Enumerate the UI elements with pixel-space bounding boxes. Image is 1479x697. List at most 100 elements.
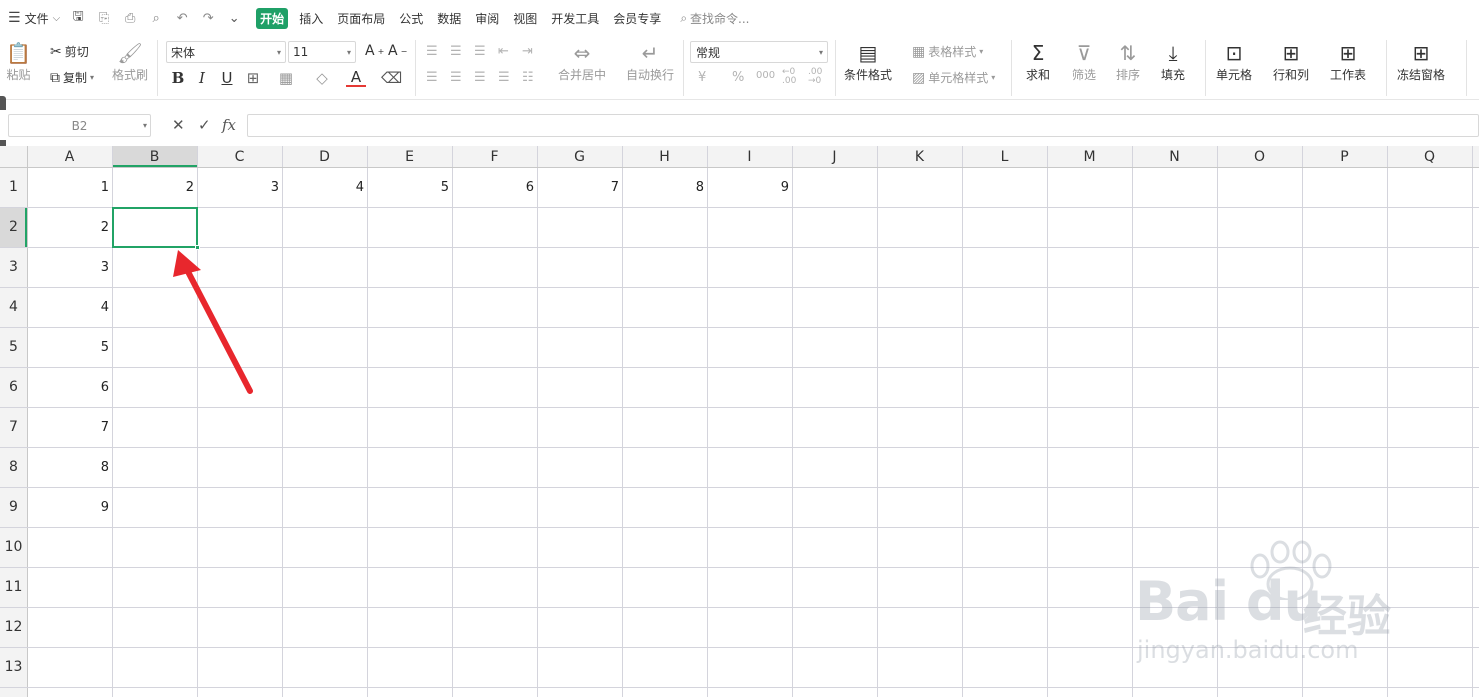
brush-icon: 🖌 (117, 41, 143, 65)
print-preview-icon[interactable]: ⌕ (148, 11, 164, 26)
row-col-icon: ⊞ (1282, 41, 1300, 65)
align-center-icon[interactable]: ☰ (450, 70, 462, 85)
copy-button[interactable]: ⧉ 复制 ▾ (50, 69, 94, 86)
command-search-placeholder: 查找命令... (690, 11, 750, 26)
insert-function-icon[interactable]: fx (222, 116, 236, 134)
tab-data[interactable]: 数据 (434, 8, 464, 29)
ribbon-divider (1466, 40, 1467, 96)
chevron-down-icon: ▾ (818, 47, 823, 57)
sum-button[interactable]: Σ 求和 (1026, 40, 1050, 83)
ribbon-toolbar: 📋 粘贴 ✂ 剪切 ⧉ 复制 ▾ 🖌 格式刷 宋体 ▾ 11 ▾ A + A − B… (0, 36, 1479, 100)
chevron-down-icon: ▾ (991, 73, 996, 82)
conditional-format-icon: ▤ (858, 41, 878, 65)
font-color-icon[interactable]: A (346, 69, 366, 87)
freeze-panes-button[interactable]: ⊞ 冻结窗格 (1397, 40, 1445, 83)
format-painter-label: 格式刷 (112, 68, 149, 82)
baidu-jingyan-watermark: Bai du 经验 jingyan.baidu.com (1135, 540, 1405, 665)
indent-increase-icon[interactable]: ⇥ (522, 44, 533, 59)
copy-icon: ⧉ (50, 69, 60, 86)
copy-label: 复制 (63, 71, 88, 85)
align-left-icon[interactable]: ☰ (426, 70, 438, 85)
fill-color-icon[interactable]: ◇ (312, 69, 332, 87)
italic-button[interactable]: I (192, 69, 212, 87)
conditional-format-button[interactable]: ▤ 条件格式 (844, 40, 892, 83)
indent-decrease-icon[interactable]: ⇤ (498, 44, 509, 59)
undo-icon[interactable]: ↶ (174, 11, 190, 26)
increase-decimal-icon[interactable]: ←0.00 (782, 68, 796, 86)
tab-review[interactable]: 审阅 (472, 8, 502, 29)
align-right-icon[interactable]: ☰ (474, 70, 486, 85)
file-menu-label: 文件 (24, 11, 49, 26)
cell-style-icon: ▨ (912, 69, 926, 86)
customize-chevron-icon[interactable]: ⌄ (226, 11, 242, 26)
thousands-button[interactable]: 000 (756, 70, 775, 81)
file-menu[interactable]: ☰ 文件 ⌵ (8, 10, 60, 27)
save-icon[interactable]: 🖫 (70, 7, 86, 29)
formula-input[interactable] (247, 114, 1479, 137)
justify-icon[interactable]: ☰ (498, 70, 510, 85)
ribbon-divider (835, 40, 836, 96)
ribbon-divider (1011, 40, 1012, 96)
sort-button[interactable]: ⇅ 排序 (1116, 40, 1140, 83)
tab-developer[interactable]: 开发工具 (548, 8, 602, 29)
font-name-value: 宋体 (171, 45, 196, 60)
tab-view[interactable]: 视图 (510, 8, 540, 29)
wrap-text-button[interactable]: ↵ 自动换行 (626, 40, 674, 83)
decrease-font-button[interactable]: A − (388, 43, 407, 59)
distribute-icon[interactable]: ☷ (522, 70, 534, 85)
percent-button[interactable]: % (732, 70, 744, 85)
filter-button[interactable]: ⊽ 筛选 (1072, 40, 1096, 83)
tab-page-layout[interactable]: 页面布局 (334, 8, 388, 29)
cancel-icon[interactable]: ✕ (172, 116, 185, 134)
format-painter-small-icon[interactable]: ⎘ (96, 11, 112, 26)
filter-icon: ⊽ (1076, 41, 1092, 65)
redo-icon[interactable]: ↷ (200, 11, 216, 26)
row-col-button[interactable]: ⊞ 行和列 (1273, 40, 1309, 83)
sort-label: 排序 (1116, 68, 1141, 82)
cell-button[interactable]: ⊡ 单元格 (1216, 40, 1252, 83)
name-box-value: B2 (71, 118, 88, 133)
wrap-text-label: 自动换行 (626, 68, 675, 82)
table-style-icon: ▦ (912, 43, 926, 60)
cell-style-button[interactable]: ▨ 单元格样式 ▾ (912, 69, 995, 86)
increase-font-button[interactable]: A + (365, 43, 384, 59)
sigma-icon: Σ (1031, 41, 1045, 65)
worksheet-button[interactable]: ⊞ 工作表 (1330, 40, 1366, 83)
command-search[interactable]: ⌕ 查找命令... (680, 10, 749, 27)
currency-button[interactable]: ¥ (698, 70, 706, 85)
search-icon: ⌕ (680, 10, 688, 25)
number-format-value: 常规 (696, 45, 721, 60)
ribbon-divider (157, 40, 158, 96)
fill-pattern-icon[interactable]: ▦ (276, 69, 296, 87)
chevron-down-icon: ▾ (276, 47, 281, 57)
decrease-decimal-icon[interactable]: .00 →0 (808, 68, 822, 86)
confirm-icon[interactable]: ✓ (198, 116, 211, 134)
paste-button[interactable]: 📋 粘贴 (6, 40, 31, 83)
tab-insert[interactable]: 插入 (296, 8, 326, 29)
border-icon[interactable]: ⊞ (243, 69, 263, 87)
table-style-button[interactable]: ▦ 表格样式 ▾ (912, 43, 983, 60)
name-box[interactable]: B2 ▾ (8, 114, 151, 137)
font-size-select[interactable]: 11 ▾ (288, 41, 356, 63)
underline-button[interactable]: U (217, 69, 237, 87)
tab-home[interactable]: 开始 (256, 7, 289, 29)
tab-member[interactable]: 会员专享 (610, 8, 664, 29)
align-bottom-icon[interactable]: ☰ (474, 44, 486, 59)
number-format-select[interactable]: 常规 ▾ (690, 41, 828, 63)
watermark-brand: Bai du (1135, 570, 1322, 633)
cut-button[interactable]: ✂ 剪切 (50, 43, 89, 60)
font-name-select[interactable]: 宋体 ▾ (166, 41, 286, 63)
align-middle-icon[interactable]: ☰ (450, 44, 462, 59)
merge-center-button[interactable]: ⇔ 合并居中 (558, 40, 606, 83)
bold-button[interactable]: B (168, 69, 188, 87)
align-top-icon[interactable]: ☰ (426, 44, 438, 59)
freeze-panes-label: 冻结窗格 (1397, 68, 1446, 82)
print-icon[interactable]: ⎙ (122, 11, 138, 26)
fill-button[interactable]: ⤓ 填充 (1161, 40, 1185, 83)
eraser-icon[interactable]: ⌫ (381, 69, 402, 87)
conditional-format-label: 条件格式 (844, 68, 893, 82)
format-painter-button[interactable]: 🖌 格式刷 (112, 40, 148, 83)
tab-formulas[interactable]: 公式 (396, 8, 426, 29)
chevron-down-icon: ▾ (346, 47, 351, 57)
formula-bar: B2 ▾ ✕ ✓ fx (0, 110, 1479, 140)
